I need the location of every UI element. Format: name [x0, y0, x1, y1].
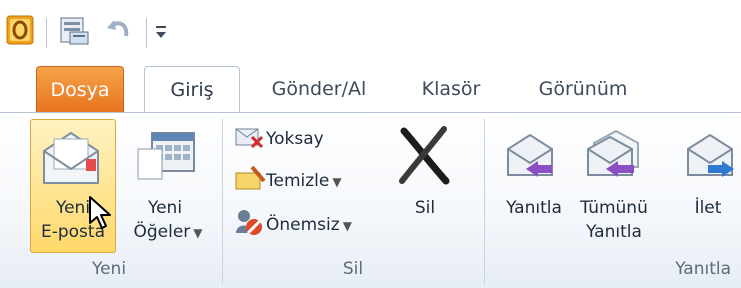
junk-icon: [234, 207, 264, 241]
reply-icon[interactable]: [502, 131, 558, 187]
delete-icon[interactable]: [396, 125, 452, 189]
qat-separator: [146, 18, 147, 48]
tab-home[interactable]: Giriş: [144, 66, 240, 114]
group-label-respond: Yanıtla: [675, 259, 731, 279]
ignore-button[interactable]: Yoksay: [266, 125, 324, 153]
dropdown-arrow-icon: ▼: [342, 219, 352, 233]
junk-label: Önemsiz: [266, 215, 340, 235]
new-email-icon: [40, 129, 102, 191]
ignore-icon: [234, 123, 264, 155]
cleanup-label: Temizle: [266, 171, 330, 191]
undo-icon[interactable]: [104, 16, 134, 50]
forward-icon[interactable]: [682, 131, 738, 187]
qat-separator: [46, 18, 47, 48]
tab-file[interactable]: Dosya: [36, 66, 124, 112]
junk-button[interactable]: Önemsiz ▼: [266, 211, 352, 239]
outlook-icon[interactable]: [6, 14, 34, 50]
group-separator: [222, 119, 223, 284]
cleanup-button[interactable]: Temizle ▼: [266, 167, 342, 195]
group-separator: [484, 119, 485, 284]
ribbon-tabs: Dosya Giriş Gönder/Al Klasör Görünüm: [0, 66, 741, 114]
tab-folder[interactable]: Klasör: [406, 66, 496, 112]
tab-send-receive[interactable]: Gönder/Al: [254, 66, 384, 112]
reply-all-icon[interactable]: [582, 127, 642, 187]
tab-view[interactable]: Görünüm: [524, 66, 642, 112]
group-label-delete: Sil: [342, 259, 364, 279]
dropdown-arrow-icon: ▼: [193, 226, 203, 240]
dropdown-arrow-icon: ▼: [332, 175, 342, 189]
quick-access-toolbar: [0, 14, 741, 54]
send-receive-icon[interactable]: [58, 14, 92, 52]
cleanup-icon: [234, 165, 266, 197]
new-items-label-1: Yeni: [147, 198, 183, 218]
customize-qat-icon[interactable]: [154, 22, 168, 46]
reply-all-label-2: Yanıtla: [586, 222, 642, 242]
forward-label: İlet: [694, 198, 722, 218]
ribbon-body: Yeni E-posta Yeni Öğeler ▼ Yeni Yoksay T…: [0, 112, 741, 288]
reply-label: Yanıtla: [506, 198, 562, 218]
new-items-icon[interactable]: [134, 129, 198, 189]
delete-label: Sil: [414, 198, 436, 218]
new-items-text: Öğeler: [133, 222, 191, 242]
reply-all-label-1: Tümünü: [580, 198, 648, 218]
new-items-label-2[interactable]: Öğeler ▼: [120, 221, 216, 244]
group-label-new: Yeni: [91, 259, 127, 279]
outlook-ribbon-window: Dosya Giriş Gönder/Al Klasör Görünüm Yen…: [0, 0, 741, 288]
mouse-cursor-icon: [88, 195, 114, 235]
